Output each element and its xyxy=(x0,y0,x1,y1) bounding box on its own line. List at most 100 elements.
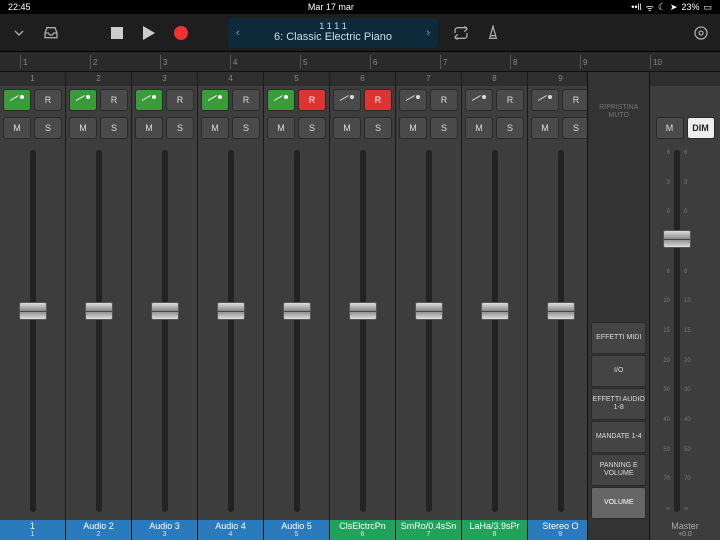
lcd-track[interactable]: 6: Classic Electric Piano xyxy=(274,31,392,44)
channel-strip: 2RMSAudio 22 xyxy=(66,72,132,540)
view-selector-button[interactable]: EFFETTI AUDIO 1-8 xyxy=(591,388,646,420)
stop-button[interactable] xyxy=(108,24,126,42)
master-mute-button[interactable]: M xyxy=(656,117,684,139)
mute-button[interactable]: M xyxy=(201,117,229,139)
channel-strip: 6RMSClsElctrcPn6 xyxy=(330,72,396,540)
view-selector-button[interactable]: EFFETTI MIDI xyxy=(591,322,646,354)
cycle-icon[interactable] xyxy=(452,24,470,42)
volume-fader[interactable] xyxy=(294,150,300,512)
channel-label[interactable]: ClsElctrcPn6 xyxy=(330,520,395,540)
settings-icon[interactable] xyxy=(692,24,710,42)
channel-label[interactable]: LaHa/3.9sPr8 xyxy=(462,520,527,540)
view-selector-button[interactable]: I/O xyxy=(591,355,646,387)
volume-fader[interactable] xyxy=(96,150,102,512)
channel-number: 9 xyxy=(528,72,587,86)
input-route-button[interactable] xyxy=(135,89,163,111)
master-value: +0.0 xyxy=(650,531,720,538)
channel-label[interactable]: Audio 22 xyxy=(66,520,131,540)
ruler-mark: 10 xyxy=(653,58,662,67)
record-enable-button[interactable]: R xyxy=(100,89,128,111)
mute-button[interactable]: M xyxy=(135,117,163,139)
ruler-mark: 2 xyxy=(93,58,97,67)
mixer: 1RMS112RMSAudio 223RMSAudio 334RMSAudio … xyxy=(0,72,720,540)
channel-number: 4 xyxy=(198,72,263,86)
battery-percent: 23% xyxy=(681,2,699,12)
record-enable-button[interactable]: R xyxy=(232,89,260,111)
record-enable-button[interactable]: R xyxy=(166,89,194,111)
master-dim-button[interactable]: DIM xyxy=(687,117,715,139)
ruler-mark: 8 xyxy=(513,58,517,67)
record-enable-button[interactable]: R xyxy=(364,89,392,111)
view-selector-button[interactable]: PANNING E VOLUME xyxy=(591,454,646,486)
volume-fader[interactable] xyxy=(360,150,366,512)
solo-button[interactable]: S xyxy=(166,117,194,139)
solo-button[interactable]: S xyxy=(100,117,128,139)
record-enable-button[interactable]: R xyxy=(496,89,524,111)
prev-track-button[interactable]: ‹ xyxy=(236,27,240,39)
next-track-button[interactable]: › xyxy=(426,27,430,39)
metronome-icon[interactable] xyxy=(484,24,502,42)
solo-button[interactable]: S xyxy=(298,117,326,139)
record-enable-button[interactable]: R xyxy=(34,89,62,111)
volume-fader[interactable] xyxy=(30,150,36,512)
mute-button[interactable]: M xyxy=(69,117,97,139)
record-enable-button[interactable]: R xyxy=(430,89,458,111)
channel-number: 1 xyxy=(0,72,65,86)
view-selector-button[interactable]: MANDATE 1-4 xyxy=(591,421,646,453)
solo-button[interactable]: S xyxy=(232,117,260,139)
solo-button[interactable]: S xyxy=(496,117,524,139)
channel-label[interactable]: Stereo O9 xyxy=(528,520,587,540)
solo-button[interactable]: S xyxy=(562,117,587,139)
volume-fader[interactable] xyxy=(492,150,498,512)
channel-label[interactable]: 11 xyxy=(0,520,65,540)
channel-label[interactable]: Audio 55 xyxy=(264,520,329,540)
input-route-button[interactable] xyxy=(333,89,361,111)
channel-strip: 5RMSAudio 55 xyxy=(264,72,330,540)
input-route-button[interactable] xyxy=(531,89,559,111)
mute-button[interactable]: M xyxy=(531,117,559,139)
ruler-mark: 7 xyxy=(443,58,447,67)
view-selector-button[interactable]: VOLUME xyxy=(591,487,646,519)
solo-button[interactable]: S xyxy=(430,117,458,139)
volume-fader[interactable] xyxy=(162,150,168,512)
status-bar: 22:45 Mar 17 mar ••ll ᯤ ☾ ➤ 23% ▭ xyxy=(0,0,720,14)
volume-fader[interactable] xyxy=(228,150,234,512)
master-channel: M DIM 6303610152030405070∞ 6303610152030… xyxy=(649,72,720,540)
chevron-down-icon[interactable] xyxy=(10,24,28,42)
input-route-button[interactable] xyxy=(399,89,427,111)
wifi-icon: ᯤ xyxy=(646,1,654,14)
inbox-icon[interactable] xyxy=(42,24,60,42)
channel-strip: 3RMSAudio 33 xyxy=(132,72,198,540)
solo-button[interactable]: S xyxy=(34,117,62,139)
volume-fader[interactable] xyxy=(558,150,564,512)
input-route-button[interactable] xyxy=(201,89,229,111)
channel-number: 8 xyxy=(462,72,527,86)
mute-button[interactable]: M xyxy=(267,117,295,139)
volume-fader[interactable] xyxy=(426,150,432,512)
channel-strip: 4 RMS Audio 44 xyxy=(198,72,264,540)
ruler-mark: 3 xyxy=(163,58,167,67)
restore-mute-button[interactable]: RIPRISTINA MUTO xyxy=(588,72,649,152)
channel-label[interactable]: Audio 33 xyxy=(132,520,197,540)
input-route-button[interactable] xyxy=(3,89,31,111)
moon-icon: ☾ xyxy=(658,2,666,13)
record-enable-button[interactable]: R xyxy=(298,89,326,111)
mute-button[interactable]: M xyxy=(3,117,31,139)
channel-label[interactable]: Audio 44 xyxy=(198,520,263,540)
timeline-ruler[interactable]: 12345678910 xyxy=(0,52,720,72)
record-enable-button[interactable]: R xyxy=(562,89,587,111)
toolbar: ‹ 1 1 1 1 6: Classic Electric Piano › xyxy=(0,14,720,52)
mute-button[interactable]: M xyxy=(465,117,493,139)
mute-button[interactable]: M xyxy=(399,117,427,139)
play-button[interactable] xyxy=(140,24,158,42)
input-route-button[interactable] xyxy=(267,89,295,111)
battery-icon: ▭ xyxy=(703,2,712,13)
location-icon: ➤ xyxy=(670,2,678,13)
master-fader[interactable] xyxy=(674,150,680,512)
channel-label[interactable]: SmRo/0.4sSn7 xyxy=(396,520,461,540)
record-button[interactable] xyxy=(172,24,190,42)
input-route-button[interactable] xyxy=(465,89,493,111)
input-route-button[interactable] xyxy=(69,89,97,111)
solo-button[interactable]: S xyxy=(364,117,392,139)
mute-button[interactable]: M xyxy=(333,117,361,139)
